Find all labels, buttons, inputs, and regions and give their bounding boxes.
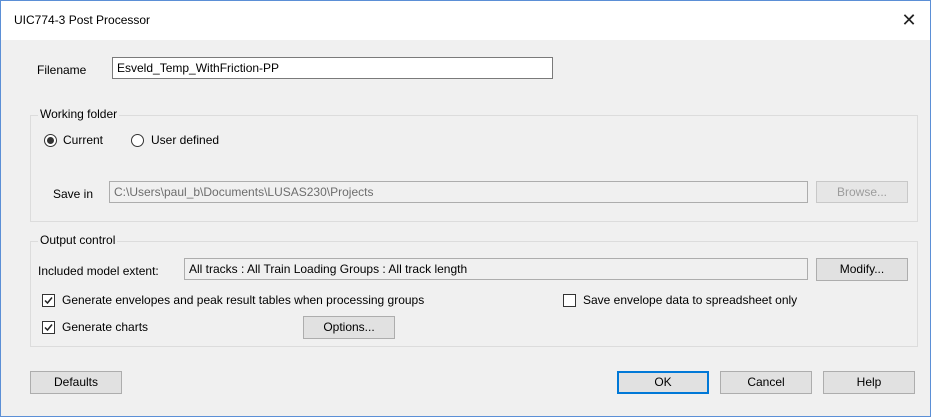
working-folder-group <box>30 115 918 222</box>
browse-button[interactable]: Browse... <box>816 181 908 203</box>
cancel-button[interactable]: Cancel <box>720 371 812 394</box>
post-processor-dialog: UIC774-3 Post Processor ✕ Filename Esvel… <box>0 0 931 417</box>
generate-charts-label[interactable]: Generate charts <box>62 320 148 334</box>
checkmark-icon <box>44 324 53 332</box>
radio-user-defined-label[interactable]: User defined <box>151 133 219 147</box>
generate-envelopes-label[interactable]: Generate envelopes and peak result table… <box>62 293 424 307</box>
generate-charts-checkbox[interactable] <box>42 321 55 334</box>
save-envelope-label[interactable]: Save envelope data to spreadsheet only <box>583 293 797 307</box>
radio-current[interactable] <box>44 134 57 147</box>
save-in-label: Save in <box>53 187 94 201</box>
window-title: UIC774-3 Post Processor <box>14 13 151 27</box>
radio-current-label[interactable]: Current <box>63 133 103 147</box>
help-button[interactable]: Help <box>823 371 915 394</box>
extent-input[interactable]: All tracks : All Train Loading Groups : … <box>184 258 808 280</box>
ok-button[interactable]: OK <box>617 371 709 394</box>
close-icon[interactable]: ✕ <box>888 1 930 40</box>
working-folder-legend: Working folder <box>38 107 120 121</box>
title-bar: UIC774-3 Post Processor ✕ <box>1 1 930 40</box>
modify-button[interactable]: Modify... <box>816 258 908 281</box>
extent-label: Included model extent: <box>38 264 159 278</box>
filename-label: Filename <box>37 63 87 77</box>
save-in-input[interactable]: C:\Users\paul_b\Documents\LUSAS230\Proje… <box>109 181 808 203</box>
save-envelope-checkbox[interactable] <box>563 294 576 307</box>
options-button[interactable]: Options... <box>303 316 395 339</box>
filename-input[interactable]: Esveld_Temp_WithFriction-PP <box>112 57 553 79</box>
generate-envelopes-checkbox[interactable] <box>42 294 55 307</box>
output-control-legend: Output control <box>38 233 118 247</box>
defaults-button[interactable]: Defaults <box>30 371 122 394</box>
radio-user-defined[interactable] <box>131 134 144 147</box>
checkmark-icon <box>44 297 53 305</box>
radio-selected-dot <box>47 137 54 144</box>
